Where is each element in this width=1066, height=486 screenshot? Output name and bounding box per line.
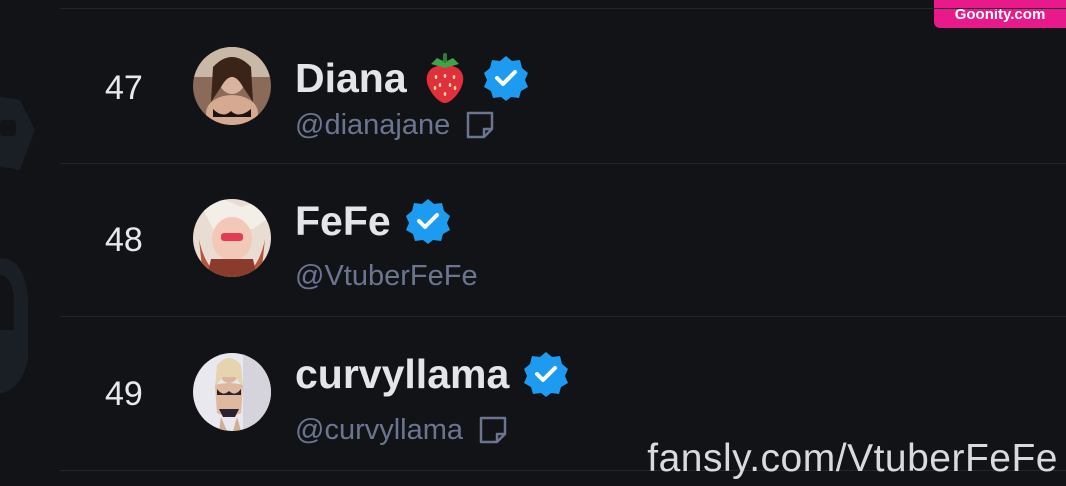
handle-line: @curvyllama xyxy=(295,413,509,447)
note-icon[interactable] xyxy=(477,414,509,446)
name-line: FeFe xyxy=(295,197,451,245)
list-item[interactable]: 47 Diana @dianajane xyxy=(60,8,1066,161)
list-item[interactable]: 48 FeFe @VtuberFeFe xyxy=(60,163,1066,316)
rank-number: 47 xyxy=(105,69,143,107)
avatar[interactable] xyxy=(193,199,271,277)
name-line: Diana xyxy=(295,52,529,104)
strawberry-icon xyxy=(421,52,469,104)
display-name[interactable]: FeFe xyxy=(295,197,391,245)
avatar[interactable] xyxy=(193,47,271,125)
handle-line: @VtuberFeFe xyxy=(295,259,478,293)
rank-number: 48 xyxy=(105,221,143,259)
handle[interactable]: @VtuberFeFe xyxy=(295,259,478,293)
avatar[interactable] xyxy=(193,353,271,431)
display-name[interactable]: curvyllama xyxy=(295,350,509,398)
note-icon[interactable] xyxy=(464,109,496,141)
display-name[interactable]: Diana xyxy=(295,54,407,102)
handle[interactable]: @dianajane xyxy=(295,108,450,142)
rank-number: 49 xyxy=(105,375,143,413)
handle-line: @dianajane xyxy=(295,108,496,142)
name-line: curvyllama xyxy=(295,350,569,398)
creator-list: 47 Diana @dianajane 48 FeFe @VtuberFeFe … xyxy=(60,0,1066,486)
watermark-text: fansly.com/VtuberFeFe xyxy=(647,437,1058,480)
handle[interactable]: @curvyllama xyxy=(295,413,463,447)
verified-badge-icon xyxy=(405,198,451,244)
background-decoration xyxy=(0,96,35,394)
verified-badge-icon xyxy=(483,55,529,101)
verified-badge-icon xyxy=(523,351,569,397)
